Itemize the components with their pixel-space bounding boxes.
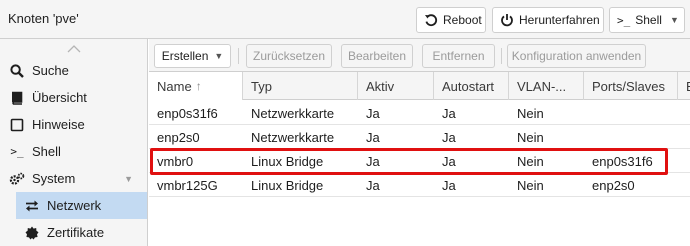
- sidebar-item-label: Hinweise: [32, 117, 85, 132]
- column-header-autostart[interactable]: Autostart: [434, 72, 509, 100]
- cell-autostart: Ja: [442, 105, 456, 121]
- sidebar-item-label: Übersicht: [32, 90, 87, 105]
- revert-button[interactable]: Zurücksetzen: [246, 44, 332, 68]
- column-header-type[interactable]: Typ: [243, 72, 358, 100]
- edit-label: Bearbeiten: [347, 49, 407, 63]
- certificate-icon: [23, 225, 41, 241]
- sidebar-item-label: Suche: [32, 63, 69, 78]
- shell-label: Shell: [635, 13, 662, 27]
- sidebar-item-overview[interactable]: Übersicht: [0, 84, 147, 111]
- column-header-vlan[interactable]: VLAN-...: [509, 72, 584, 100]
- sidebar-item-network[interactable]: Netzwerk: [16, 192, 147, 219]
- remove-button[interactable]: Entfernen: [422, 44, 495, 68]
- node-header: Knoten 'pve' Reboot Herunterfahren >_ Sh…: [0, 0, 690, 39]
- cell-autostart: Ja: [442, 177, 456, 193]
- sidebar-item-label: Shell: [32, 144, 61, 159]
- chevron-down-icon[interactable]: ▼: [124, 174, 133, 184]
- shutdown-label: Herunterfahren: [519, 13, 600, 27]
- sidebar-item-shell[interactable]: >_ Shell: [0, 138, 147, 165]
- cell-ports: [584, 125, 592, 149]
- sidebar-item-certificates[interactable]: Zertifikate: [0, 219, 147, 246]
- sidebar-item-label: System: [32, 171, 76, 186]
- table-row[interactable]: vmbr125G Linux Bridge Ja Ja Nein enp2s0: [149, 173, 690, 197]
- network-toolbar: Erstellen ▼ Zurücksetzen Bearbeiten Entf…: [149, 39, 690, 72]
- terminal-icon: >_: [617, 13, 631, 27]
- chevron-down-icon: ▼: [214, 51, 224, 61]
- sidebar-item-search[interactable]: Suche: [0, 57, 147, 84]
- apply-configuration-button[interactable]: Konfiguration anwenden: [507, 44, 646, 68]
- column-header-active[interactable]: Aktiv: [358, 72, 434, 100]
- create-button[interactable]: Erstellen ▼: [154, 44, 231, 68]
- toolbar-separator: [238, 48, 239, 64]
- sidebar-item-label: Netzwerk: [47, 198, 102, 213]
- cell-ports: enp2s0: [592, 177, 635, 193]
- cell-vlan: Nein: [517, 105, 544, 121]
- cell-name: vmbr125G: [157, 177, 218, 193]
- reboot-label: Reboot: [443, 13, 482, 27]
- apply-label: Konfiguration anwenden: [511, 49, 642, 63]
- table-row[interactable]: enp0s31f6 Netzwerkkarte Ja Ja Nein: [149, 101, 690, 125]
- cell-name: vmbr0: [157, 153, 194, 169]
- search-icon: [8, 63, 26, 79]
- book-icon: [8, 90, 26, 106]
- reboot-button[interactable]: Reboot: [416, 7, 486, 33]
- column-header-name[interactable]: Name ↑: [149, 72, 243, 100]
- undo-icon: [424, 12, 438, 28]
- cell-vlan: Nein: [517, 177, 544, 193]
- cell-type: Linux Bridge: [251, 177, 324, 193]
- node-title: Knoten 'pve': [8, 11, 79, 26]
- remove-label: Entfernen: [432, 49, 485, 63]
- scroll-up-icon[interactable]: [66, 42, 82, 54]
- cell-name: enp0s31f6: [157, 105, 218, 121]
- revert-label: Zurücksetzen: [252, 49, 326, 63]
- cell-active: Ja: [366, 153, 380, 169]
- shell-button[interactable]: >_ Shell ▼: [609, 7, 685, 33]
- sidebar-item-notes[interactable]: Hinweise: [0, 111, 147, 138]
- column-header-truncated[interactable]: B: [678, 72, 690, 100]
- column-header-ports[interactable]: Ports/Slaves: [584, 72, 678, 100]
- power-off-icon: [500, 12, 514, 28]
- network-grid: Name ↑ Typ Aktiv Autostart VLAN-... Port…: [149, 72, 690, 246]
- notes-icon: [8, 117, 26, 133]
- sort-ascending-icon: ↑: [195, 79, 202, 93]
- node-sidebar: Suche Übersicht Hinweise >_ Shell System…: [0, 39, 148, 246]
- cell-type: Netzwerkkarte: [251, 129, 335, 145]
- cell-active: Ja: [366, 177, 380, 193]
- cell-vlan: Nein: [517, 129, 544, 145]
- cell-active: Ja: [366, 129, 380, 145]
- grid-header: Name ↑ Typ Aktiv Autostart VLAN-... Port…: [149, 72, 690, 100]
- toolbar-separator: [501, 48, 502, 64]
- exchange-icon: [23, 198, 41, 214]
- cell-autostart: Ja: [442, 129, 456, 145]
- create-label: Erstellen: [161, 49, 209, 63]
- shutdown-button[interactable]: Herunterfahren: [492, 7, 604, 33]
- cogs-icon: [8, 171, 26, 187]
- cell-active: Ja: [366, 105, 380, 121]
- sidebar-item-system[interactable]: System ▼: [0, 165, 147, 192]
- edit-button[interactable]: Bearbeiten: [341, 44, 413, 68]
- terminal-icon: >_: [10, 145, 24, 158]
- cell-vlan: Nein: [517, 153, 544, 169]
- sidebar-item-label: Zertifikate: [47, 225, 105, 240]
- cell-name: enp2s0: [157, 129, 200, 145]
- cell-type: Netzwerkkarte: [251, 105, 335, 121]
- cell-ports: [584, 101, 592, 125]
- cell-autostart: Ja: [442, 153, 456, 169]
- cell-ports: enp0s31f6: [592, 153, 653, 169]
- chevron-down-icon[interactable]: ▼: [670, 15, 679, 25]
- table-row[interactable]: enp2s0 Netzwerkkarte Ja Ja Nein: [149, 125, 690, 149]
- cell-type: Linux Bridge: [251, 153, 324, 169]
- table-row[interactable]: vmbr0 Linux Bridge Ja Ja Nein enp0s31f6: [149, 149, 690, 173]
